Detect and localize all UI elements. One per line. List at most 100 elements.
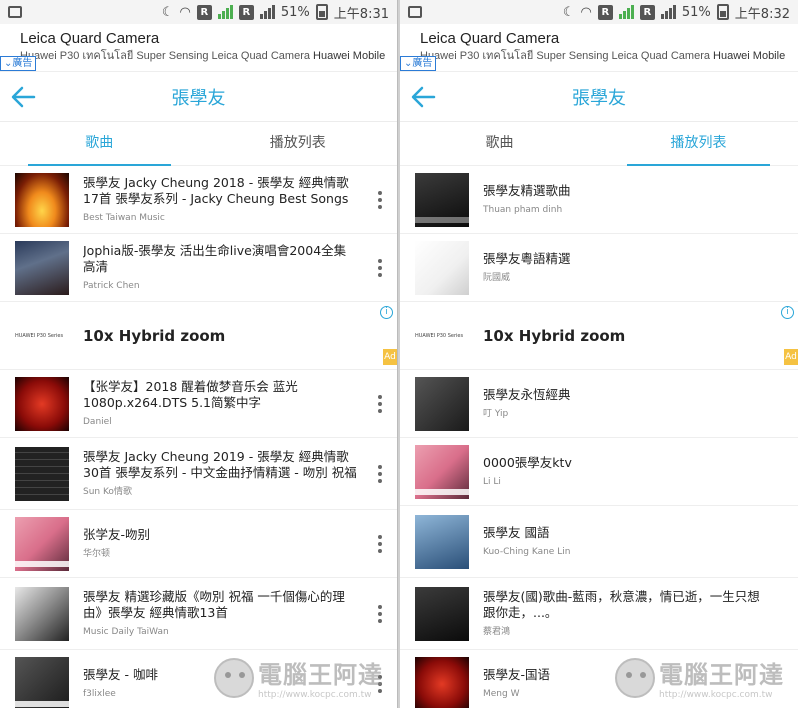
item-channel: 华尔顿 (83, 549, 111, 559)
battery-icon (315, 4, 328, 20)
playlist-thumbnail[interactable] (415, 172, 469, 227)
tab-songs[interactable]: 歌曲 (400, 122, 599, 165)
roaming-icon-2: R (238, 4, 254, 20)
playlist-thumbnail[interactable] (415, 656, 469, 708)
item-title: 張學友粵語精選 (483, 251, 571, 266)
video-thumbnail[interactable] (15, 656, 69, 708)
item-channel: Kuo-Ching Kane Lin (483, 547, 571, 557)
clock: 上午8:32 (734, 6, 790, 22)
page-title: 張學友 (171, 87, 226, 109)
list-item[interactable]: 张学友-吻别 华尔顿 (0, 510, 397, 578)
ad-banner[interactable]: Leica Quard Camera Huawei P30 เทคโนโลยี … (0, 24, 397, 72)
item-title: Jophia版-張學友 活出生命live演唱會2004全集 高清 (83, 243, 347, 274)
tab-bar: 歌曲 播放列表 (0, 122, 397, 166)
left-screen: ☾ ◠ R R 51% 上午8:31 Leica Quard Camera Hu… (0, 0, 398, 708)
video-thumbnail[interactable] (15, 376, 69, 431)
signal-icon-2 (660, 5, 676, 19)
list-item[interactable]: 張學友 國語 Kuo-Ching Kane Lin (400, 506, 798, 578)
back-arrow-icon[interactable] (10, 85, 36, 109)
tab-songs[interactable]: 歌曲 (0, 122, 199, 166)
watermark-url: http://www.kocpc.com.tw (258, 690, 372, 700)
watermark-url: http://www.kocpc.com.tw (659, 690, 773, 700)
ad-banner-title: Leica Quard Camera (20, 30, 160, 47)
list-item[interactable]: 張學友 Jacky Cheung 2018 - 張學友 經典情歌17首 張學友系… (0, 166, 397, 234)
playlist-thumbnail[interactable] (415, 240, 469, 295)
playlist-thumbnail[interactable] (415, 376, 469, 431)
more-options-icon[interactable] (377, 534, 383, 553)
mascot-icon (615, 657, 655, 698)
item-title: 張學友 國語 (483, 525, 550, 540)
playlist-thumbnail[interactable] (415, 514, 469, 569)
ad-headline: 10x Hybrid zoom (483, 326, 626, 345)
more-options-icon[interactable] (377, 464, 383, 483)
roaming-icon-2: R (639, 4, 655, 20)
ad-banner-title: Leica Quard Camera (420, 30, 560, 47)
playlist-list: 張學友精選歌曲 Thuan pham dinh 張學友粵語精選 阮國威 HUAW… (400, 166, 798, 708)
ad-info-icon[interactable]: i (380, 306, 393, 319)
item-channel: Sun Ko情歌 (83, 487, 132, 497)
right-screen: ☾ ◠ R R 51% 上午8:32 Leica Quard Camera Hu… (400, 0, 798, 708)
list-item[interactable]: 張學友 Jacky Cheung 2019 - 張學友 經典情歌30首 張學友系… (0, 438, 397, 510)
ad-row[interactable]: HUAWEI P30 Series 10x Hybrid zoom i Ad (400, 302, 798, 370)
signal-icon-2 (259, 5, 275, 19)
gallery-icon (8, 6, 22, 18)
ad-brand-logo: HUAWEI P30 Series (15, 332, 64, 339)
item-title: 張學友 Jacky Cheung 2019 - 張學友 經典情歌30首 張學友系… (83, 449, 357, 480)
ad-brand-logo: HUAWEI P30 Series (415, 332, 464, 339)
item-title: 張學友(國)歌曲-藍雨，秋意濃，情已逝，一生只想跟你走，...。 (483, 589, 760, 620)
ad-banner-subtitle: Huawei P30 เทคโนโลยี Super Sensing Leica… (420, 50, 786, 62)
more-options-icon[interactable] (377, 394, 383, 413)
item-title: 0000張學友ktv (483, 455, 572, 470)
ad-headline: 10x Hybrid zoom (83, 326, 226, 345)
item-title: 【张学友】2018 醒着做梦音乐会 蓝光1080p.x264.DTS 5.1简繁… (83, 379, 298, 410)
more-options-icon[interactable] (377, 190, 383, 209)
list-item[interactable]: 【张学友】2018 醒着做梦音乐会 蓝光1080p.x264.DTS 5.1简繁… (0, 370, 397, 438)
ad-info-icon[interactable]: i (781, 306, 794, 319)
list-item[interactable]: 張學友 精選珍藏版《吻別 祝福 一千個傷心的理由》張學友 經典情歌13首 Mus… (0, 578, 397, 650)
item-channel: 叮 Yip (483, 409, 509, 419)
item-channel: Best Taiwan Music (83, 213, 165, 223)
playlist-thumbnail[interactable] (415, 586, 469, 641)
ad-row[interactable]: HUAWEI P30 Series 10x Hybrid zoom i Ad (0, 302, 397, 370)
status-bar: ☾ ◠ R R 51% 上午8:32 (400, 0, 798, 24)
list-item[interactable]: Jophia版-張學友 活出生命live演唱會2004全集 高清 Patrick… (0, 234, 397, 302)
list-item[interactable]: 0000張學友ktv Li Li (400, 438, 798, 506)
tab-playlists[interactable]: 播放列表 (599, 122, 798, 166)
app-bar: 張學友 (0, 72, 397, 122)
video-thumbnail[interactable] (15, 446, 69, 501)
ad-tag[interactable]: ⌄廣告 (0, 56, 37, 71)
video-thumbnail[interactable] (15, 240, 69, 295)
wifi-icon: ◠ (179, 4, 191, 20)
watermark: 電腦王阿達 http://www.kocpc.com.tw (615, 655, 784, 700)
wifi-icon: ◠ (580, 4, 592, 20)
list-item[interactable]: 張學友(國)歌曲-藍雨，秋意濃，情已逝，一生只想跟你走，...。 蔡君鴻 (400, 578, 798, 650)
video-thumbnail[interactable] (15, 172, 69, 227)
list-item[interactable]: 張學友粵語精選 阮國威 (400, 234, 798, 302)
moon-icon: ☾ (562, 4, 575, 20)
page-title: 張學友 (572, 87, 626, 109)
list-item[interactable]: 張學友永恆經典 叮 Yip (400, 370, 798, 438)
video-thumbnail[interactable] (15, 586, 69, 641)
more-options-icon[interactable] (377, 258, 383, 277)
video-thumbnail[interactable] (15, 516, 69, 571)
playlist-thumbnail[interactable] (415, 444, 469, 499)
item-channel: 蔡君鴻 (483, 627, 511, 637)
item-title: 張學友 精選珍藏版《吻別 祝福 一千個傷心的理由》張學友 經典情歌13首 (83, 589, 345, 620)
watermark: 電腦王阿達 http://www.kocpc.com.tw (214, 655, 383, 700)
tab-playlists[interactable]: 播放列表 (199, 122, 398, 165)
battery-icon (716, 4, 729, 20)
more-options-icon[interactable] (377, 604, 383, 623)
item-channel: Daniel (83, 417, 112, 427)
ad-tag[interactable]: ⌄廣告 (400, 56, 437, 71)
tab-bar: 歌曲 播放列表 (400, 122, 798, 166)
clock: 上午8:31 (333, 6, 389, 22)
moon-icon: ☾ (161, 4, 174, 20)
battery-percent: 51% (681, 4, 711, 20)
ad-corner-badge: Ad (784, 349, 798, 365)
item-title: 張學友精選歌曲 (483, 183, 571, 198)
list-item[interactable]: 張學友精選歌曲 Thuan pham dinh (400, 166, 798, 234)
item-channel: Patrick Chen (83, 281, 140, 291)
back-arrow-icon[interactable] (410, 85, 436, 109)
item-channel: Music Daily TaiWan (83, 627, 169, 637)
ad-banner[interactable]: Leica Quard Camera Huawei P30 เทคโนโลยี … (400, 24, 798, 72)
